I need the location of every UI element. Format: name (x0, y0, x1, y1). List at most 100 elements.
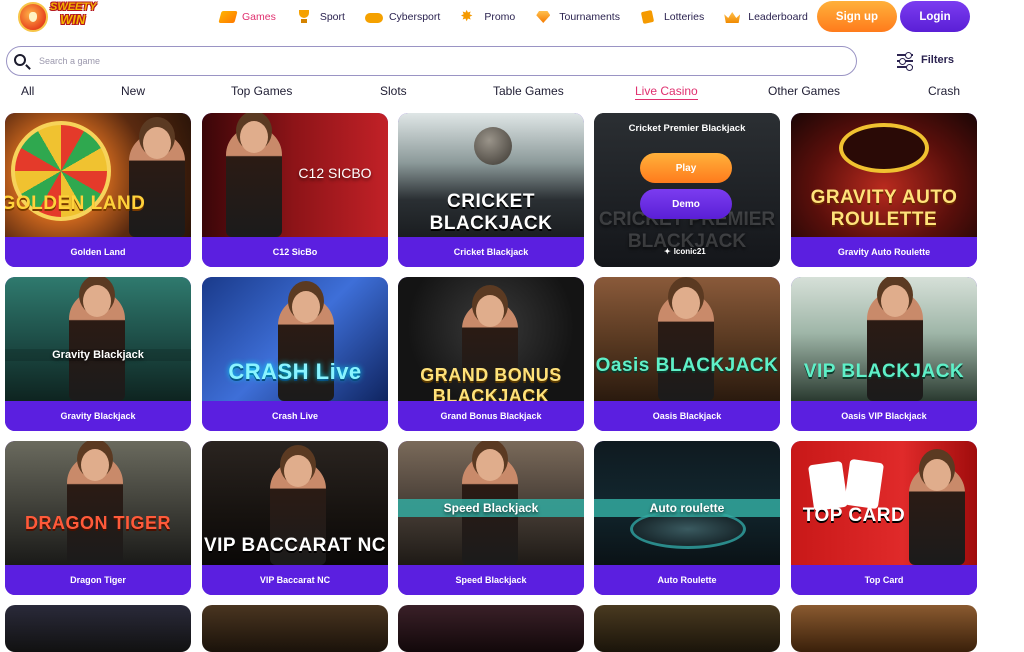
game-title: Speed Blackjack (398, 565, 584, 595)
nav-promo[interactable]: Promo (460, 6, 515, 28)
game-card-oasis-vip-blackjack[interactable]: VIP BLACKJACK Oasis VIP Blackjack (791, 277, 977, 431)
diamond-icon (535, 10, 553, 24)
play-button[interactable]: Play (640, 153, 732, 183)
nav-games[interactable]: Games (218, 6, 276, 28)
game-title: Crash Live (202, 401, 388, 431)
cricket-ball-icon (474, 127, 512, 165)
game-art: DRAGON TIGER (5, 441, 191, 565)
login-button[interactable]: Login (900, 1, 970, 32)
game-card-partial-2[interactable] (202, 605, 388, 652)
game-card-crash-live[interactable]: CRASH Live Crash Live (202, 277, 388, 431)
game-title: Dragon Tiger (5, 565, 191, 595)
tab-new[interactable]: New (121, 84, 145, 98)
game-art-text: DRAGON TIGER (24, 513, 171, 533)
game-art: VIP BACCARAT NC (202, 441, 388, 565)
game-art: Speed Blackjack (398, 441, 584, 565)
game-art: Auto roulette (594, 441, 780, 565)
tab-live-casino[interactable]: Live Casino (635, 84, 698, 100)
signup-button[interactable]: Sign up (817, 1, 897, 32)
promo-icon (460, 7, 478, 25)
game-card-cricket-premier-blackjack[interactable]: CRICKET PREMIER BLACKJACK Cricket Premie… (594, 113, 780, 267)
game-card-dragon-tiger[interactable]: DRAGON TIGER Dragon Tiger (5, 441, 191, 595)
game-title: VIP Baccarat NC (202, 565, 388, 595)
game-title: Gravity Auto Roulette (791, 237, 977, 267)
game-title: Gravity Blackjack (5, 401, 191, 431)
header: SWEETY WIN Games Sport Cybersport Promo … (0, 0, 1024, 36)
game-art: GRAVITY AUTO ROULETTE (791, 113, 977, 237)
game-art-text: C12 SICBO (298, 165, 372, 181)
game-card-partial-5[interactable] (791, 605, 977, 652)
game-art: C12 SICBO (202, 113, 388, 237)
game-art: Oasis BLACKJACK (594, 277, 780, 401)
game-card-gravity-auto-roulette[interactable]: GRAVITY AUTO ROULETTE Gravity Auto Roule… (791, 113, 977, 267)
game-card-oasis-blackjack[interactable]: Oasis BLACKJACK Oasis Blackjack (594, 277, 780, 431)
game-card-partial-1[interactable] (5, 605, 191, 652)
nav-games-label: Games (242, 11, 276, 23)
game-title: Grand Bonus Blackjack (398, 401, 584, 431)
game-art-text: CRASH Live (228, 359, 362, 384)
game-title: Golden Land (5, 237, 191, 267)
dealer-image (867, 285, 923, 401)
main-nav: Games Sport Cybersport Promo Tournaments… (218, 6, 828, 28)
games-icon (218, 11, 238, 23)
nav-tournaments[interactable]: Tournaments (535, 6, 620, 28)
game-card-partial-3[interactable] (398, 605, 584, 652)
game-card-partial-4[interactable] (594, 605, 780, 652)
tab-top-games[interactable]: Top Games (231, 84, 292, 98)
game-art-text: VIP BLACKJACK (803, 361, 965, 382)
roulette-wheel-icon (839, 123, 929, 173)
game-art-text: CRICKET BLACKJACK (429, 191, 553, 234)
nav-lotteries-label: Lotteries (663, 11, 705, 23)
tab-table-games[interactable]: Table Games (493, 84, 564, 98)
nav-sport[interactable]: Sport (296, 6, 345, 28)
game-art-text: VIP BACCARAT NC (203, 535, 387, 556)
game-art: CRICKET BLACKJACK (398, 113, 584, 237)
tab-all[interactable]: All (21, 84, 34, 98)
nav-lotteries[interactable]: Lotteries (640, 6, 704, 28)
dealer-image (658, 287, 714, 401)
game-card-c12-sicbo[interactable]: C12 SICBO C12 SicBo (202, 113, 388, 267)
nav-promo-label: Promo (484, 11, 516, 23)
game-art: CRASH Live (202, 277, 388, 401)
game-card-vip-baccarat-nc[interactable]: VIP BACCARAT NC VIP Baccarat NC (202, 441, 388, 595)
dealer-image (69, 285, 125, 401)
game-title: Oasis Blackjack (594, 401, 780, 431)
card-heart-icon (843, 458, 885, 510)
game-art: GRAND BONUS BLACKJACK (398, 277, 584, 406)
search-icon (14, 54, 26, 66)
crown-icon (724, 10, 742, 24)
tab-crash[interactable]: Crash (928, 84, 960, 98)
brand-logo[interactable]: SWEETY WIN (16, 0, 114, 34)
filters-button[interactable]: Filters (897, 52, 954, 70)
dealer-image (129, 127, 185, 237)
nav-leaderboard[interactable]: Leaderboard (724, 6, 808, 28)
game-card-auto-roulette[interactable]: Auto roulette Auto Roulette (594, 441, 780, 595)
nav-cybersport[interactable]: Cybersport (364, 6, 441, 28)
trophy-icon (296, 10, 314, 24)
demo-button[interactable]: Demo (640, 189, 732, 219)
game-art-text: Gravity Blackjack (5, 349, 191, 361)
game-card-gravity-blackjack[interactable]: Gravity Blackjack Gravity Blackjack (5, 277, 191, 431)
game-art: Gravity Blackjack (5, 277, 191, 401)
game-title: Oasis VIP Blackjack (791, 401, 977, 431)
ticket-icon (640, 10, 658, 24)
provider-label: Iconic21 (664, 247, 706, 256)
card-spade-icon (807, 460, 849, 512)
game-card-speed-blackjack[interactable]: Speed Blackjack Speed Blackjack (398, 441, 584, 595)
game-art-text: TOP CARD (802, 505, 906, 526)
game-art-text: Auto roulette (594, 499, 780, 517)
nav-sport-label: Sport (319, 11, 345, 23)
gamepad-icon (364, 13, 383, 23)
game-card-golden-land[interactable]: GOLDEN LAND Golden Land (5, 113, 191, 267)
search-bar (6, 46, 857, 76)
nav-leaderboard-label: Leaderboard (748, 11, 808, 23)
game-card-cricket-blackjack[interactable]: CRICKET BLACKJACK Cricket Blackjack (398, 113, 584, 267)
game-title: Top Card (791, 565, 977, 595)
search-input[interactable] (39, 53, 839, 69)
dealer-image (226, 121, 282, 237)
game-card-top-card[interactable]: TOP CARD Top Card (791, 441, 977, 595)
game-card-grand-bonus-blackjack[interactable]: GRAND BONUS BLACKJACK Grand Bonus Blackj… (398, 277, 584, 431)
nav-cybersport-label: Cybersport (388, 11, 441, 23)
tab-slots[interactable]: Slots (380, 84, 407, 98)
tab-other-games[interactable]: Other Games (768, 84, 840, 98)
